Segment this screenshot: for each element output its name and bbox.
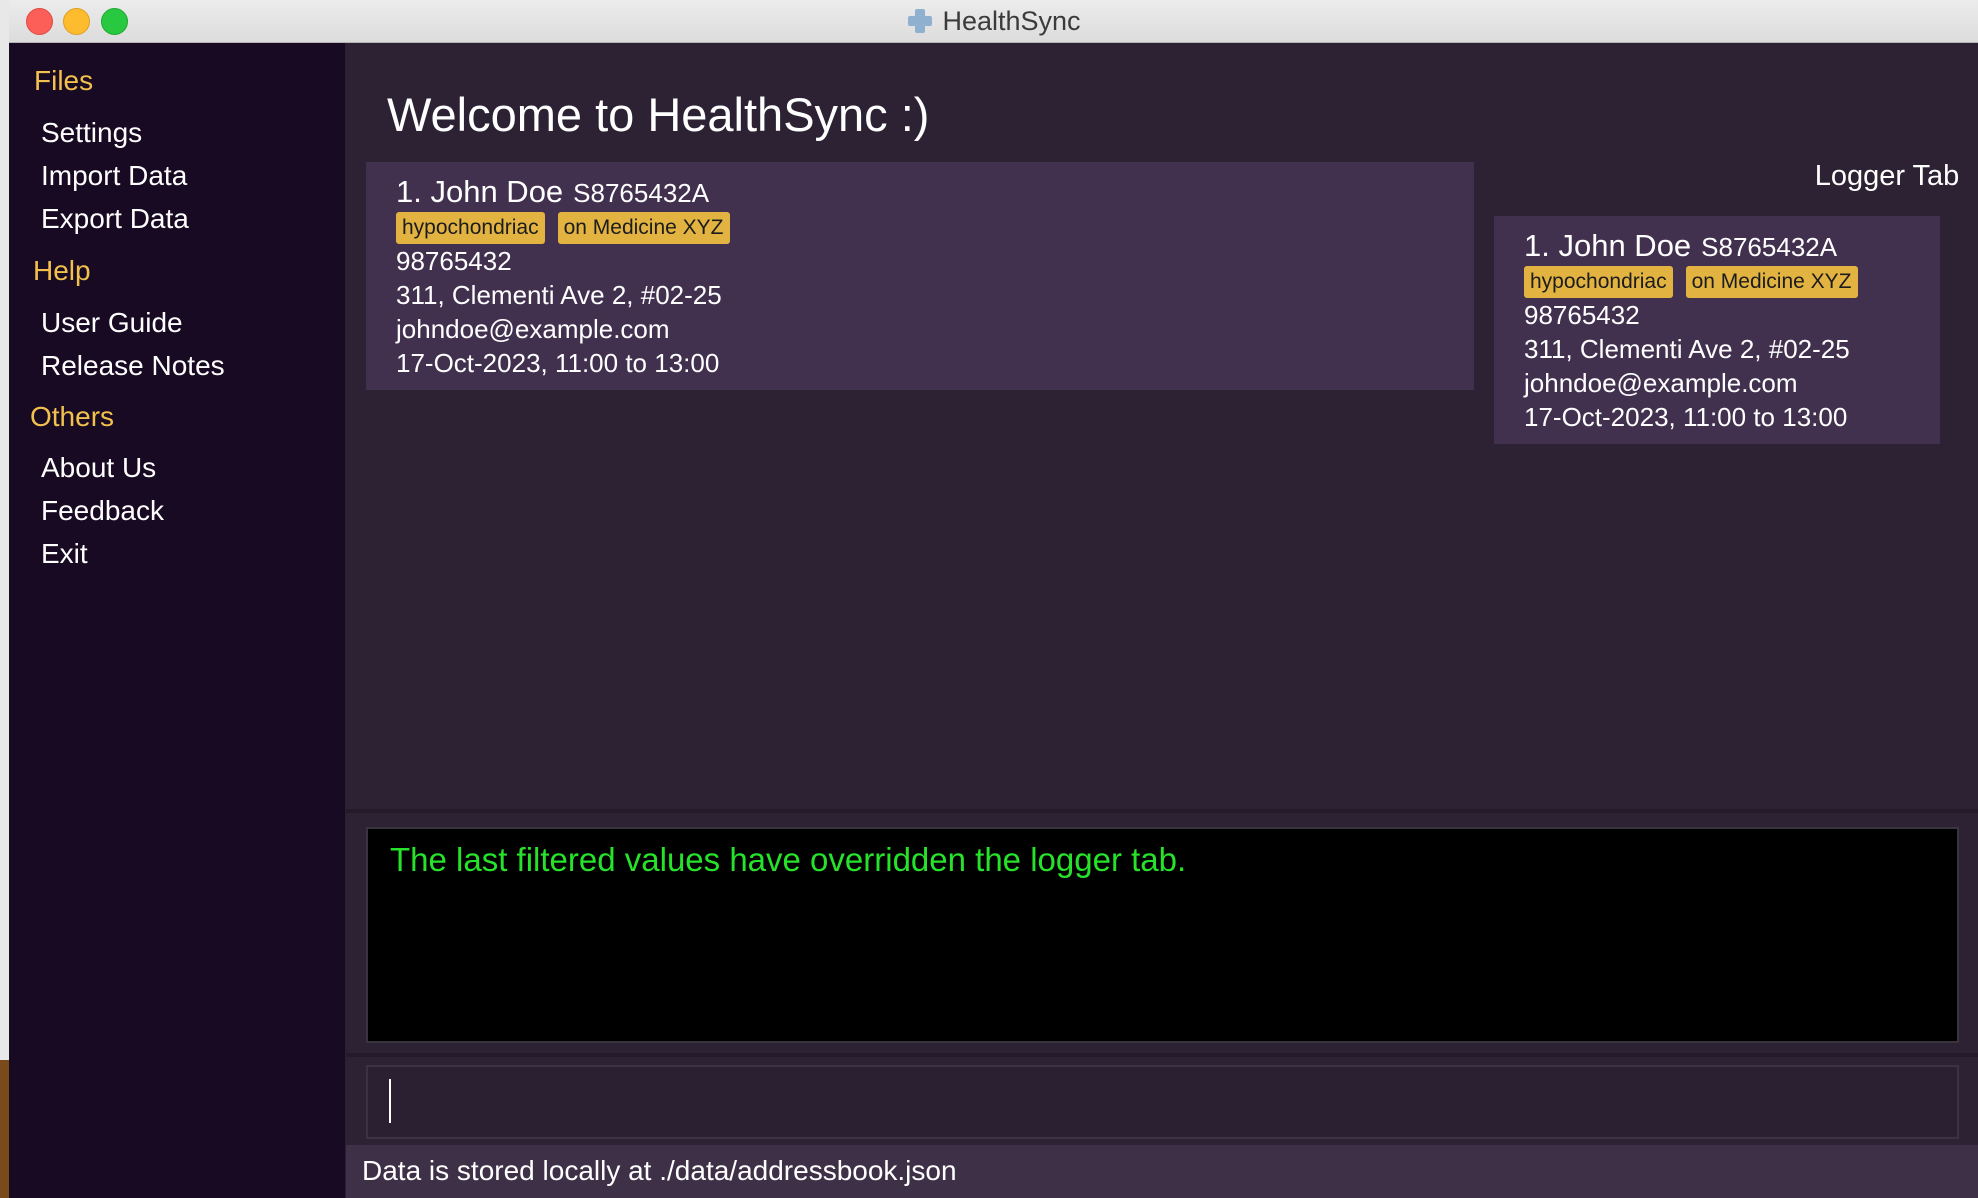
result-message: The last filtered values have overridden… — [390, 841, 1187, 878]
sidebar-header-others: Others — [30, 401, 115, 432]
tag-badge: on Medicine XYZ — [1685, 266, 1858, 298]
window-title: HealthSync — [942, 5, 1081, 36]
sidebar-item-about-us[interactable]: About Us — [41, 452, 156, 484]
sidebar-header-help: Help — [33, 255, 91, 286]
tag-badge: hypochondriac — [1524, 266, 1673, 298]
sidebar-item-feedback[interactable]: Feedback — [41, 495, 164, 527]
logger-patient-tags: hypochondriac on Medicine XYZ — [1524, 266, 1858, 298]
result-display[interactable]: The last filtered values have overridden… — [366, 827, 1959, 1043]
sidebar-item-export-data[interactable]: Export Data — [41, 203, 189, 235]
status-bar: Data is stored locally at ./data/address… — [346, 1145, 1978, 1198]
logger-patient-nric: S8765432A — [1701, 232, 1838, 262]
tag-badge: hypochondriac — [396, 212, 545, 244]
logger-card-header: 1. John Doe S8765432A — [1524, 228, 1837, 264]
sidebar-item-release-notes[interactable]: Release Notes — [41, 350, 225, 382]
title-bar: HealthSync — [9, 0, 1978, 43]
patient-tags: hypochondriac on Medicine XYZ — [396, 212, 730, 244]
patient-phone: 98765432 — [396, 246, 512, 276]
patient-nric: S8765432A — [573, 178, 710, 208]
page-title: Welcome to HealthSync :) — [387, 88, 930, 141]
patient-name: 1. John Doe — [396, 174, 564, 209]
app-window: HealthSync Files Settings Import Data Ex… — [9, 0, 1978, 1198]
main-panel: Welcome to HealthSync :) 1. John Doe S87… — [346, 43, 1978, 1198]
sidebar-header-files: Files — [34, 65, 94, 96]
panel-divider[interactable] — [346, 1053, 1978, 1057]
logger-patient-appointment: 17-Oct-2023, 11:00 to 13:00 — [1524, 402, 1848, 432]
patient-card[interactable]: 1. John Doe S8765432A hypochondriac on M… — [366, 162, 1474, 390]
health-cross-icon — [906, 7, 934, 35]
patient-address: 311, Clementi Ave 2, #02-25 — [396, 280, 722, 310]
logger-patient-phone: 98765432 — [1524, 300, 1640, 330]
logger-patient-name: 1. John Doe — [1524, 228, 1692, 263]
logger-tab-title: Logger Tab — [1814, 160, 1960, 192]
logger-patient-card[interactable]: 1. John Doe S8765432A hypochondriac on M… — [1494, 216, 1940, 444]
sidebar-item-exit[interactable]: Exit — [41, 538, 88, 570]
logger-patient-email: johndoe@example.com — [1524, 368, 1798, 398]
sidebar-item-settings[interactable]: Settings — [41, 117, 142, 149]
window-title-group: HealthSync — [9, 0, 1978, 42]
panel-divider[interactable] — [346, 809, 1978, 813]
patient-appointment: 17-Oct-2023, 11:00 to 13:00 — [396, 348, 720, 378]
sidebar: Files Settings Import Data Export Data H… — [9, 43, 345, 1198]
patient-email: johndoe@example.com — [396, 314, 670, 344]
logger-patient-address: 311, Clementi Ave 2, #02-25 — [1524, 334, 1850, 364]
patient-card-header: 1. John Doe S8765432A — [396, 174, 709, 210]
tag-badge: on Medicine XYZ — [557, 212, 730, 244]
text-caret — [389, 1079, 391, 1123]
command-input[interactable] — [366, 1065, 1959, 1139]
sidebar-item-import-data[interactable]: Import Data — [41, 160, 187, 192]
sidebar-item-user-guide[interactable]: User Guide — [41, 307, 183, 339]
status-text: Data is stored locally at ./data/address… — [362, 1155, 957, 1186]
